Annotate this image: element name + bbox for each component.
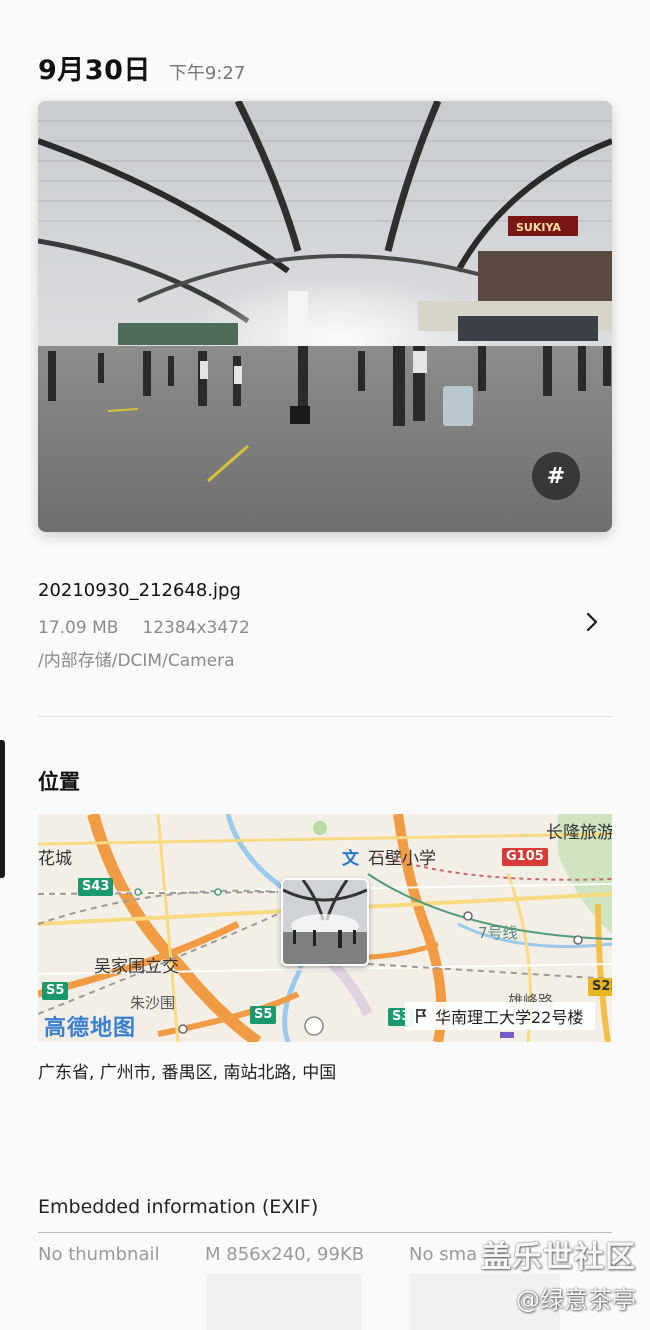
watermark-community: 盖乐世社区: [481, 1240, 636, 1275]
date-title: 9月30日: [38, 55, 151, 86]
exif-medium: M 856x240, 99KB: [205, 1244, 365, 1265]
panorama-image: SUKIYA: [38, 101, 612, 532]
panorama-photo[interactable]: SUKIYA #: [38, 101, 612, 532]
hashtag-icon: #: [546, 463, 566, 489]
map-label-line7: 7号线: [478, 924, 518, 942]
map-poi-label: 华南理工大学22号楼: [405, 1002, 596, 1030]
map-label-wen-icon: 文: [342, 849, 359, 869]
file-name: 20210930_212648.jpg: [38, 580, 241, 601]
shield-s43: S43: [78, 878, 114, 896]
edge-panel-handle[interactable]: [0, 740, 5, 878]
exif-small: No sma: [409, 1244, 478, 1265]
tag-button[interactable]: #: [532, 452, 580, 500]
shield-s5-b: S5: [250, 1006, 277, 1024]
map-label-wujia: 吴家围立交: [94, 957, 179, 977]
file-size: 17.09 MB: [38, 618, 119, 638]
map-label-shibi: 石壁小学: [368, 849, 436, 869]
file-info-section[interactable]: 20210930_212648.jpg 17.09 MB 12384x3472 …: [38, 580, 612, 671]
file-meta: 17.09 MB 12384x3472: [38, 618, 612, 638]
file-resolution: 12384x3472: [142, 618, 250, 638]
flag-icon: [416, 1009, 427, 1023]
shield-s25: S25: [588, 978, 612, 996]
location-map[interactable]: 花城 文 石壁小学 长隆旅游 吴家围立交 朱沙围 7号线 雄峰路 S43 S5 …: [38, 814, 612, 1042]
map-label-changlong: 长隆旅游: [546, 823, 612, 843]
exif-thumbnail: No thumbnail: [38, 1244, 160, 1265]
photo-details-page: 9月30日 下午9:27 SUKIYA # 20210930_212648.jp…: [0, 0, 650, 1330]
map-label-zhushawei: 朱沙围: [130, 994, 176, 1012]
shield-g105: G105: [502, 848, 548, 866]
map-label-huacheng: 花城: [38, 849, 72, 869]
shield-s5-a: S5: [42, 982, 69, 1000]
watermark-author: @绿意茶亭: [516, 1286, 636, 1314]
address-text: 广东省, 广州市, 番禺区, 南站北路, 中国: [38, 1063, 337, 1083]
exif-preview-block: [206, 1274, 362, 1330]
map-poi-text: 华南理工大学22号楼: [435, 1008, 584, 1027]
header: 9月30日 下午9:27: [38, 48, 246, 86]
exif-title: Embedded information (EXIF): [38, 1196, 319, 1218]
time-label: 下午9:27: [168, 63, 246, 84]
store-sign: SUKIYA: [516, 221, 561, 234]
map-brand-logo: 高德地图: [44, 1016, 137, 1041]
thumbnail-image: [283, 880, 367, 964]
section-divider: [38, 716, 612, 717]
file-path: /内部存储/DCIM/Camera: [38, 651, 235, 671]
chevron-right-icon[interactable]: [580, 610, 604, 634]
map-photo-thumbnail[interactable]: [281, 878, 369, 966]
location-title: 位置: [38, 770, 80, 794]
